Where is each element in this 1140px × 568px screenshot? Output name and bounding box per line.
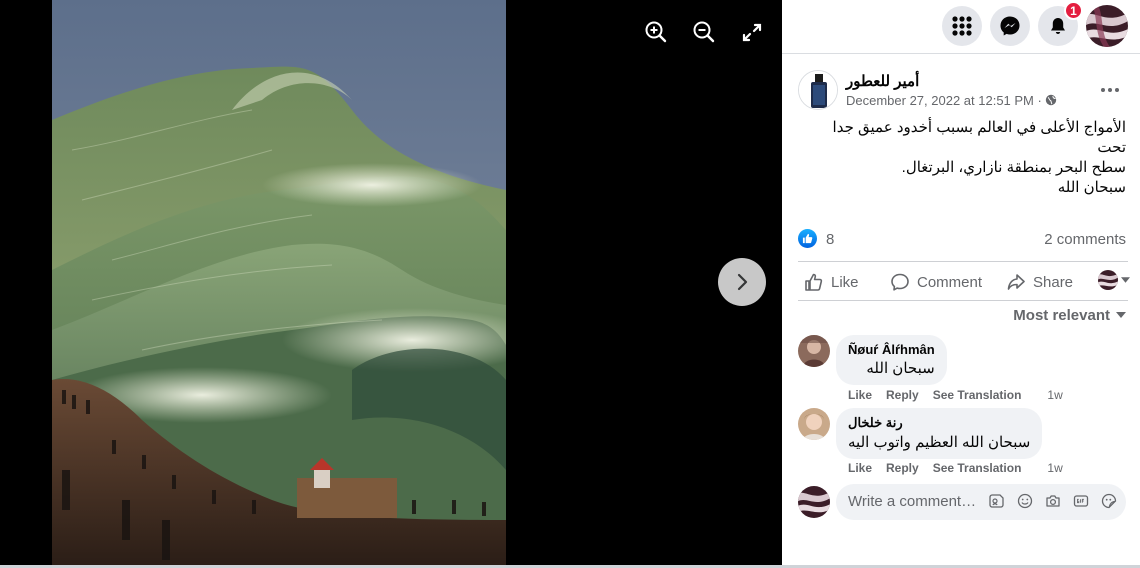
comment-input-box bbox=[836, 484, 1126, 520]
comment-like-link[interactable]: Like bbox=[848, 461, 872, 475]
page-name[interactable]: أمير للعطور bbox=[846, 72, 919, 90]
post-text-line-1: الأمواج الأعلى في العالم بسبب أخدود عميق… bbox=[832, 119, 1126, 156]
commenter-avatar[interactable] bbox=[798, 335, 830, 367]
avatar bbox=[798, 335, 830, 367]
post-text-line-2: سطح البحر بمنطقة نازاري، البرتغال. bbox=[901, 159, 1126, 176]
profile-mini-image bbox=[1098, 270, 1118, 290]
top-navigation: 1 bbox=[782, 0, 1140, 54]
sticker-button[interactable] bbox=[1100, 492, 1118, 510]
thumbs-up-icon bbox=[802, 233, 813, 244]
comment-composer bbox=[798, 484, 1128, 520]
avatar-sticker-button[interactable] bbox=[988, 492, 1006, 510]
like-label: Like bbox=[831, 273, 859, 291]
reactions-summary: 8 2 comments bbox=[798, 228, 1128, 250]
thumbs-up-outline-icon bbox=[805, 273, 823, 291]
react-as-selector[interactable] bbox=[1098, 270, 1130, 290]
comment-bubble-icon bbox=[891, 273, 909, 291]
commenter-avatar[interactable] bbox=[798, 408, 830, 440]
fullscreen-icon bbox=[742, 23, 762, 42]
like-count[interactable]: 8 bbox=[826, 231, 834, 248]
notification-badge: 1 bbox=[1064, 1, 1083, 20]
commenter-name[interactable]: Ñøuŕ Âlŕhmân bbox=[848, 342, 935, 357]
sort-label: Most relevant bbox=[1013, 307, 1110, 324]
comment-reply-link[interactable]: Reply bbox=[886, 461, 919, 475]
notifications-button[interactable]: 1 bbox=[1038, 1, 1083, 46]
profile-mini-image bbox=[798, 486, 830, 518]
menu-button[interactable] bbox=[942, 6, 982, 46]
photo-viewer bbox=[0, 0, 782, 568]
comment-actions: Like Reply See Translation 1w bbox=[848, 461, 1063, 475]
zoom-out-icon bbox=[693, 21, 715, 43]
zoom-in-icon bbox=[645, 21, 667, 43]
avatar[interactable] bbox=[798, 486, 830, 518]
messenger-icon bbox=[1000, 16, 1020, 36]
photo-button[interactable] bbox=[1044, 492, 1062, 510]
like-reaction-icon[interactable] bbox=[798, 229, 817, 248]
post-text-secondary: سبحان الله bbox=[1057, 179, 1126, 196]
comment-actions: Like Reply See Translation 1w bbox=[848, 388, 1063, 402]
see-translation-link[interactable]: See Translation bbox=[933, 388, 1022, 402]
fullscreen-button[interactable] bbox=[738, 18, 766, 46]
meta-separator: · bbox=[1033, 93, 1046, 108]
emoji-button[interactable] bbox=[1016, 492, 1034, 510]
composer-icons bbox=[988, 492, 1118, 510]
comment-reply-link[interactable]: Reply bbox=[886, 388, 919, 402]
messenger-button[interactable] bbox=[990, 6, 1030, 46]
globe-icon bbox=[1046, 94, 1057, 106]
post-header: أمير للعطور December 27, 2022 at 12:51 P… bbox=[798, 70, 1128, 114]
caret-down-icon bbox=[1116, 312, 1126, 318]
menu-grid-icon bbox=[952, 16, 972, 36]
see-translation-link[interactable]: See Translation bbox=[933, 461, 1022, 475]
perfume-bottle-image bbox=[799, 71, 837, 109]
page-avatar[interactable] bbox=[798, 70, 838, 110]
gif-icon bbox=[1073, 495, 1089, 507]
comment-like-link[interactable]: Like bbox=[848, 388, 872, 402]
camera-icon bbox=[1046, 495, 1060, 507]
avatar-sticker-icon bbox=[989, 494, 1004, 508]
share-arrow-icon bbox=[1007, 274, 1025, 290]
comment-bubble: Ñøuŕ Âlŕhmân سبحان الله bbox=[836, 335, 947, 385]
wave-photo-illustration bbox=[52, 0, 506, 568]
chevron-right-icon bbox=[737, 273, 748, 291]
gif-button[interactable] bbox=[1072, 492, 1090, 510]
post-date[interactable]: December 27, 2022 at 12:51 PM bbox=[846, 93, 1034, 108]
post-actions: Like Comment Share bbox=[798, 261, 1130, 301]
comment-sort-dropdown[interactable]: Most relevant bbox=[1013, 307, 1126, 324]
commenter-name[interactable]: رنة خلخال bbox=[848, 415, 1030, 431]
profile-avatar[interactable] bbox=[1086, 5, 1128, 47]
bell-icon bbox=[1051, 18, 1065, 34]
comment-button[interactable]: Comment bbox=[890, 266, 982, 298]
share-label: Share bbox=[1033, 273, 1074, 291]
comment-input[interactable] bbox=[848, 493, 978, 510]
more-dots-icon bbox=[1101, 88, 1119, 92]
emoji-icon bbox=[1017, 493, 1033, 509]
comment-label: Comment bbox=[917, 273, 983, 291]
post-options-button[interactable] bbox=[1098, 78, 1122, 102]
comment-text: سبحان الله bbox=[866, 360, 935, 377]
like-button[interactable]: Like bbox=[804, 266, 859, 298]
comment-count[interactable]: 2 comments bbox=[1044, 231, 1126, 248]
comment-bubble: رنة خلخال سبحان الله العظيم واتوب اليه bbox=[836, 408, 1043, 459]
caret-down-icon bbox=[1121, 277, 1130, 283]
next-photo-button[interactable] bbox=[718, 258, 766, 306]
share-button[interactable]: Share bbox=[1006, 266, 1073, 298]
post-photo[interactable] bbox=[52, 0, 506, 568]
sticker-icon bbox=[1101, 493, 1117, 509]
avatar bbox=[1086, 5, 1128, 47]
zoom-in-button[interactable] bbox=[642, 18, 670, 46]
zoom-out-button[interactable] bbox=[690, 18, 718, 46]
post-panel: 1 أمير للعطور December 27, 2022 at 12:51… bbox=[782, 0, 1140, 568]
comment-time[interactable]: 1w bbox=[1047, 461, 1062, 475]
comment-text: سبحان الله العظيم واتوب اليه bbox=[848, 434, 1031, 451]
post-text: الأمواج الأعلى في العالم بسبب أخدود عميق… bbox=[802, 118, 1126, 178]
post-meta: December 27, 2022 at 12:51 PM · bbox=[846, 93, 1057, 108]
comment-time[interactable]: 1w bbox=[1047, 388, 1062, 402]
avatar bbox=[1098, 270, 1118, 290]
avatar bbox=[798, 408, 830, 440]
